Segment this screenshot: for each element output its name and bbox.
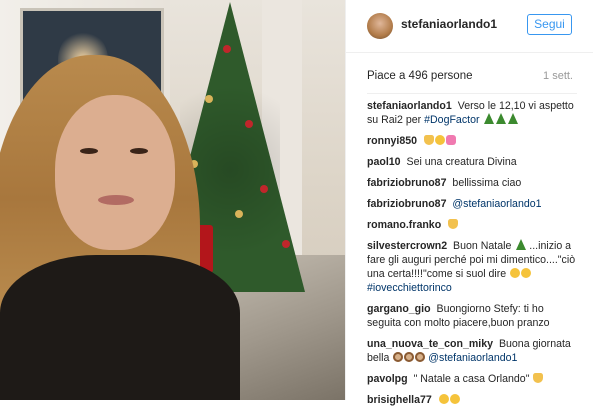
comment-username[interactable]: stefaniaorlando1 — [367, 100, 452, 112]
comment-username[interactable]: ronnyi850 — [367, 135, 417, 147]
likes-row: Piace a 496 persone 1 sett. — [367, 70, 573, 84]
post-photo — [0, 0, 345, 400]
comment-username[interactable]: gargano_gio — [367, 303, 431, 315]
dog-face-icon — [393, 352, 404, 362]
comment-username[interactable]: pavolpg — [367, 373, 408, 385]
comment: stefaniaorlando1 Verso le 12,10 vi aspet… — [367, 99, 577, 127]
christmas-tree-icon — [508, 113, 519, 124]
comment: fabriziobruno87 @stefaniaorlando1 — [367, 197, 577, 211]
comment-username[interactable]: una_nuova_te_con_miky — [367, 338, 493, 350]
comment: pavolpg " Natale a casa Orlando" — [367, 372, 577, 386]
comment: romano.franko — [367, 218, 577, 232]
photo-ornament — [245, 120, 253, 128]
photo-ornament — [223, 45, 231, 53]
photo-eye — [130, 148, 148, 154]
likes-count[interactable]: Piace a 496 persone — [367, 70, 473, 82]
comment: gargano_gio Buongiorno Stefy: ti ho segu… — [367, 302, 577, 330]
comments-list: stefaniaorlando1 Verso le 12,10 vi aspet… — [367, 93, 577, 414]
photo-person-jacket — [0, 255, 240, 400]
comment-username[interactable]: romano.franko — [367, 219, 441, 231]
mention-link[interactable]: @stefaniaorlando1 — [452, 198, 541, 210]
christmas-tree-icon — [484, 113, 495, 124]
comment: una_nuova_te_con_miky Buona giornata bel… — [367, 337, 577, 365]
smiley-icon — [438, 394, 449, 404]
photo-lips — [98, 195, 134, 205]
comment-text: " Natale a casa Orlando" — [413, 373, 530, 385]
thumbs-up-icon — [448, 219, 459, 229]
photo-ornament — [205, 95, 213, 103]
post-username[interactable]: stefaniaorlando1 — [401, 17, 497, 31]
thumbs-up-icon — [424, 135, 434, 145]
comment: brisighella77 — [367, 393, 577, 407]
smiley-icon — [435, 135, 445, 145]
comment: silvestercrown2 Buon Natale ...inizio a … — [367, 239, 577, 295]
follow-button[interactable]: Segui — [527, 14, 572, 35]
comment: ronnyi850 — [367, 134, 577, 148]
smiley-icon — [510, 268, 521, 278]
post-sidebar: stefaniaorlando1 Segui Piace a 496 perso… — [345, 0, 593, 406]
photo-ornament — [260, 185, 268, 193]
mention-link[interactable]: @stefaniaorlando1 — [428, 352, 517, 364]
hashtag-link[interactable]: #iovecchiettorinco — [367, 282, 452, 294]
smiley-icon — [449, 394, 460, 404]
comment-username[interactable]: brisighella77 — [367, 394, 432, 406]
post-header: stefaniaorlando1 Segui — [346, 0, 593, 53]
christmas-tree-icon — [496, 113, 507, 124]
dog-face-icon — [404, 352, 415, 362]
photo-ornament — [235, 210, 243, 218]
hashtag-link[interactable]: #DogFactor — [424, 114, 479, 126]
comment: fabriziobruno87 bellissima ciao — [367, 176, 577, 190]
christmas-tree-icon — [516, 239, 527, 250]
photo-eye — [80, 148, 98, 154]
hearts-icon — [446, 135, 456, 145]
comment-username[interactable]: fabriziobruno87 — [367, 177, 446, 189]
dog-face-icon — [415, 352, 426, 362]
thumbs-up-icon — [533, 373, 544, 383]
comment-username[interactable]: silvestercrown2 — [367, 240, 447, 252]
comment: paol10 Sei una creatura Divina — [367, 155, 577, 169]
photo-ornament — [282, 240, 290, 248]
post-time[interactable]: 1 sett. — [543, 70, 573, 82]
smiley-icon — [521, 268, 532, 278]
comment-text: Buon Natale — [453, 240, 512, 252]
comment-username[interactable]: fabriziobruno87 — [367, 198, 446, 210]
comment-text: Sei una creatura Divina — [406, 156, 517, 168]
comment-username[interactable]: paol10 — [367, 156, 401, 168]
photo-person-face — [55, 95, 175, 250]
avatar[interactable] — [367, 13, 393, 39]
comment-text: bellissima ciao — [452, 177, 522, 189]
